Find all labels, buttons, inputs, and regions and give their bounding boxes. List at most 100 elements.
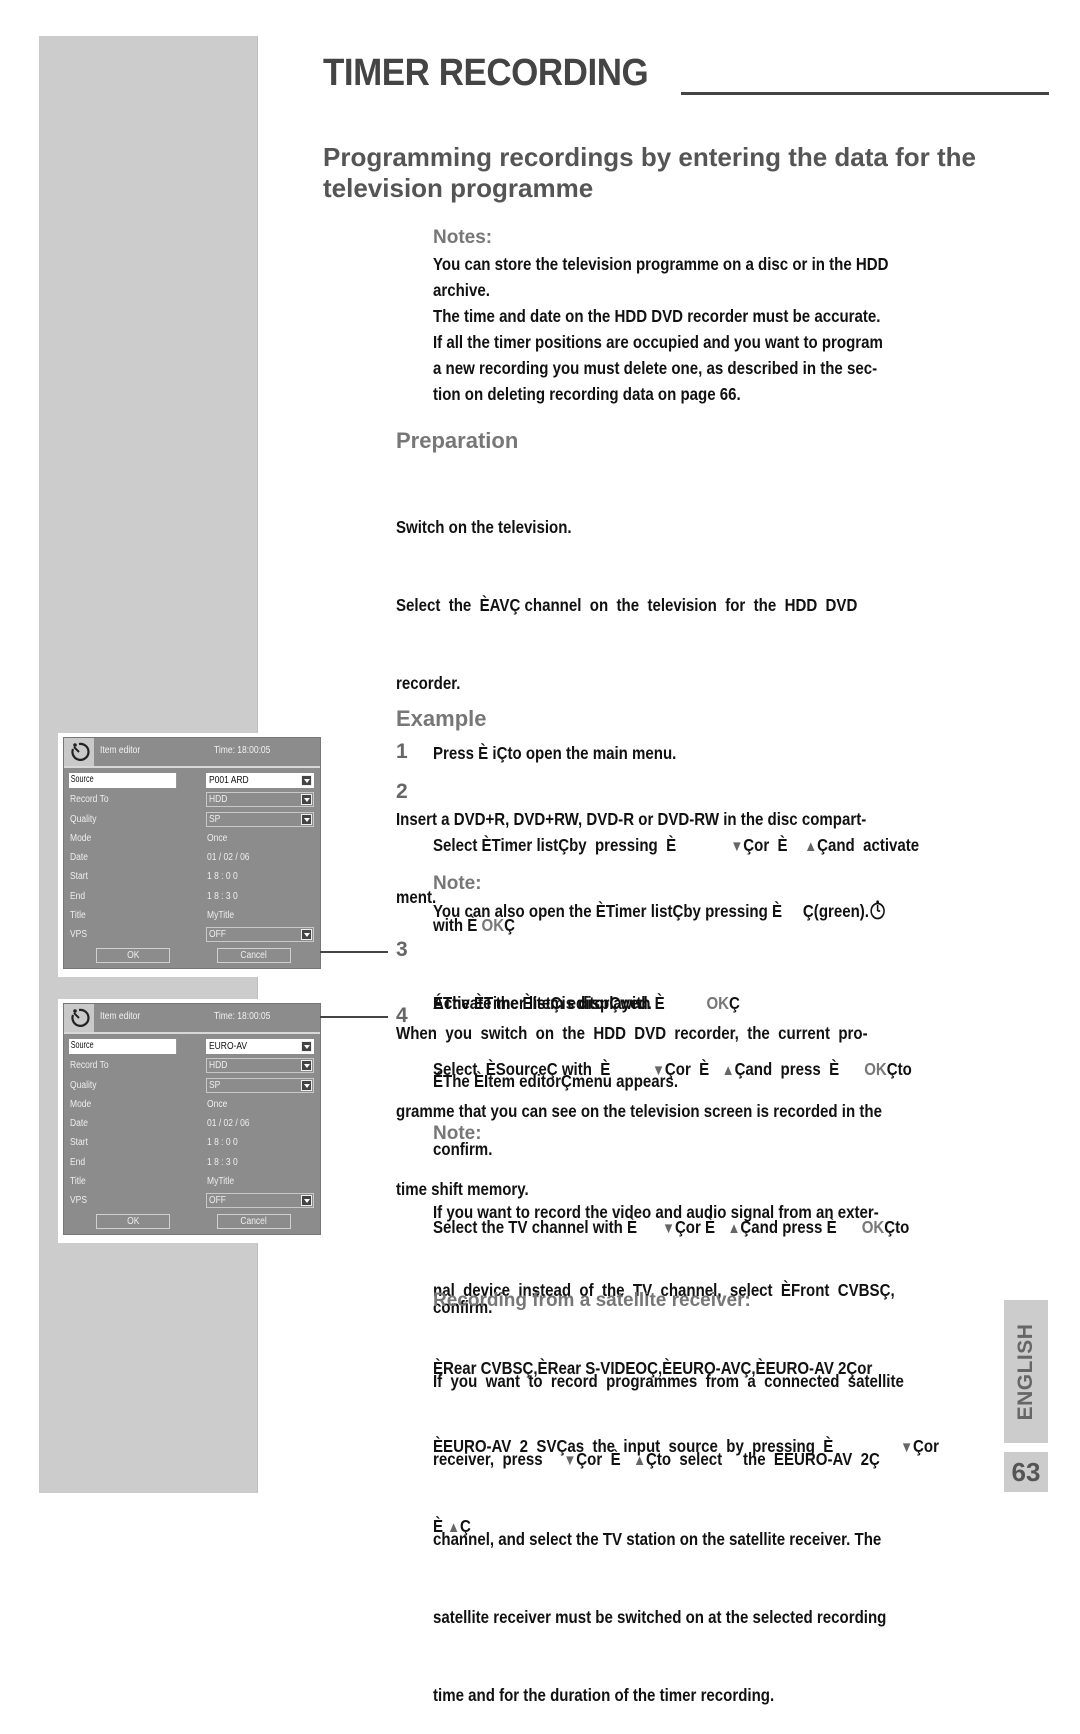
step-text: Çto [886, 1059, 912, 1079]
end-value[interactable]: 1 8 : 3 0 [207, 891, 243, 902]
item-editor-screen: Item editor Time: 18:00:05 Source P001 ARD R… [63, 737, 321, 969]
dropdown-arrow-icon[interactable] [301, 1079, 312, 1091]
field-label: Title [70, 910, 86, 922]
satellite-text: If you want to record programmes from a … [433, 1316, 966, 1734]
field-row-record-to[interactable]: Record To HDD [64, 791, 320, 810]
field-row-title[interactable]: Title MyTitle [64, 1173, 320, 1192]
notes-line: If all the timer positions are occupied … [433, 332, 883, 352]
callout-line-3 [320, 951, 388, 953]
start-value[interactable]: 1 8 : 0 0 [207, 1137, 243, 1148]
screen-time: Time: 18:00:05 [214, 745, 271, 756]
example-heading: Example [396, 706, 487, 731]
mode-value[interactable]: Once [207, 833, 231, 844]
ok-button[interactable]: OK [96, 1213, 170, 1229]
date-value[interactable]: 01 / 02 / 06 [207, 1118, 257, 1129]
quality-dropdown[interactable]: SP [206, 811, 314, 827]
field-row-vps[interactable]: VPS OFF [64, 1192, 320, 1211]
field-label: Date [70, 1118, 88, 1130]
field-row-end[interactable]: End 1 8 : 3 0 [64, 1154, 320, 1173]
field-row-record-to[interactable]: Record To HDD [64, 1057, 320, 1076]
field-label: Quality [70, 1079, 97, 1091]
step-number: 1 [396, 740, 408, 763]
field-label: Record To [70, 794, 109, 806]
timer-clock-icon [869, 900, 886, 921]
dropdown-value: OFF [209, 929, 226, 941]
field-row-source[interactable]: Source EURO-AV [64, 1038, 320, 1057]
screen-time: Time: 18:00:05 [214, 1011, 271, 1022]
note-heading: Note: [433, 873, 482, 894]
field-row-end[interactable]: End 1 8 : 3 0 [64, 888, 320, 907]
ok-key-label: OK [864, 1059, 887, 1079]
field-label: VPS [70, 929, 88, 941]
cancel-button[interactable]: Cancel [217, 1213, 291, 1229]
timer-icon [64, 738, 94, 766]
field-label: Mode [70, 832, 92, 844]
ok-button[interactable]: OK [96, 947, 170, 963]
source-dropdown[interactable]: P001 ARD [206, 773, 314, 788]
prep-line: Select the ÈAVÇ channel on the televisio… [396, 595, 858, 615]
dropdown-arrow-icon[interactable] [301, 929, 312, 941]
satellite-line: time and for the duration of the timer r… [433, 1685, 775, 1705]
field-row-title[interactable]: Title MyTitle [64, 907, 320, 926]
down-arrow-icon: ▼ [730, 838, 744, 855]
source-dropdown[interactable]: EURO-AV [206, 1039, 314, 1054]
satellite-line: channel, and select the TV station on th… [433, 1529, 882, 1549]
field-row-mode[interactable]: Mode Once [64, 1096, 320, 1115]
step-text: Çor È [664, 1059, 710, 1079]
dropdown-arrow-icon[interactable] [301, 813, 312, 825]
field-label: Mode [70, 1098, 92, 1110]
vps-dropdown[interactable]: OFF [206, 927, 314, 943]
dropdown-arrow-icon[interactable] [301, 1195, 312, 1207]
dropdown-value: HDD [209, 794, 228, 806]
field-row-date[interactable]: Date 01 / 02 / 06 [64, 1115, 320, 1134]
quality-dropdown[interactable]: SP [206, 1077, 314, 1093]
note-text: You can also open the ÈTimer listÇby pre… [433, 901, 783, 921]
dropdown-arrow-icon[interactable] [301, 1060, 312, 1072]
page-number: 63 [1004, 1452, 1048, 1492]
field-row-quality[interactable]: Quality SP [64, 1077, 320, 1096]
dropdown-arrow-icon[interactable] [301, 794, 312, 806]
callout-line-4 [320, 1016, 388, 1018]
up-arrow-icon: ▲ [721, 1062, 735, 1079]
field-label: Start [70, 1137, 88, 1149]
mode-value[interactable]: Once [207, 1099, 231, 1110]
end-value[interactable]: 1 8 : 3 0 [207, 1157, 243, 1168]
screen-title: Item editor [100, 1011, 141, 1022]
notes-line: You can store the television programme o… [433, 254, 889, 274]
vps-dropdown[interactable]: OFF [206, 1193, 314, 1209]
field-row-date[interactable]: Date 01 / 02 / 06 [64, 849, 320, 868]
start-value[interactable]: 1 8 : 0 0 [207, 871, 243, 882]
title-value[interactable]: MyTitle [207, 910, 239, 921]
date-value[interactable]: 01 / 02 / 06 [207, 852, 257, 863]
field-row-start[interactable]: Start 1 8 : 0 0 [64, 868, 320, 887]
cancel-button[interactable]: Cancel [217, 947, 291, 963]
screen-title: Item editor [100, 745, 141, 756]
page-title: TIMER RECORDING [323, 52, 649, 94]
step-text: Çor È [743, 835, 788, 855]
satellite-heading: Recording from a satellite receiver: [433, 1290, 751, 1311]
down-arrow-icon: ▼ [563, 1452, 577, 1469]
field-row-vps[interactable]: VPS OFF [64, 926, 320, 945]
up-arrow-icon: ▲ [804, 838, 818, 855]
dropdown-value: P001 ARD [209, 775, 249, 786]
field-row-source[interactable]: Source P001 ARD [64, 772, 320, 791]
dropdown-value: SP [209, 813, 221, 825]
field-label: Source [69, 1039, 177, 1054]
language-label: ENGLISH [1014, 1323, 1037, 1420]
step-text: Çand press È [734, 1059, 840, 1079]
dropdown-arrow-icon[interactable] [301, 775, 312, 786]
prep-line: Switch on the television. [396, 517, 572, 537]
title-value[interactable]: MyTitle [207, 1176, 239, 1187]
field-row-start[interactable]: Start 1 8 : 0 0 [64, 1134, 320, 1153]
notes-line: archive. [433, 280, 490, 300]
satellite-line: Çto select the ÈEURO-AV 2Ç [645, 1449, 880, 1469]
record-to-dropdown[interactable]: HDD [206, 792, 314, 808]
field-row-quality[interactable]: Quality SP [64, 811, 320, 830]
dropdown-arrow-icon[interactable] [301, 1041, 312, 1052]
timer-icon [64, 1004, 94, 1032]
prep-line: recorder. [396, 673, 461, 693]
field-row-mode[interactable]: Mode Once [64, 830, 320, 849]
field-label: Date [70, 852, 88, 864]
satellite-line: If you want to record programmes from a … [433, 1371, 904, 1391]
record-to-dropdown[interactable]: HDD [206, 1058, 314, 1074]
